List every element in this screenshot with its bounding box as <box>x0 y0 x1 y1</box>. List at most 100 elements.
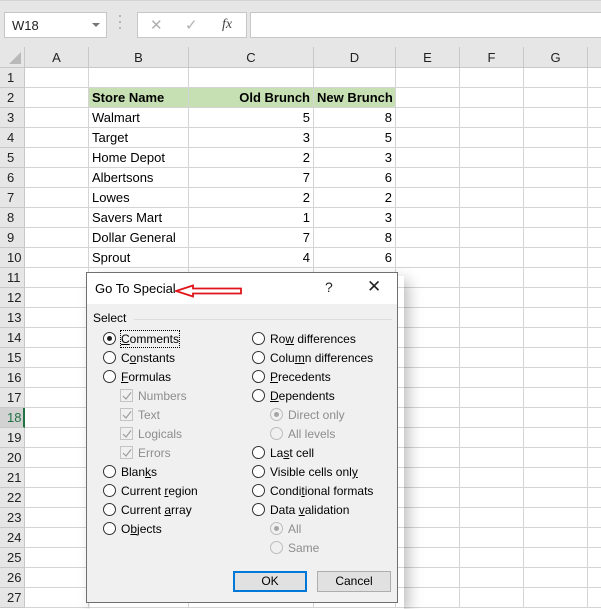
table-cell[interactable]: 2 <box>189 188 314 208</box>
table-cell[interactable]: 6 <box>314 168 396 188</box>
cell[interactable] <box>25 528 89 548</box>
row-header-6[interactable]: 6 <box>0 168 25 188</box>
row-header-4[interactable]: 4 <box>0 128 25 148</box>
table-cell[interactable]: 8 <box>314 228 396 248</box>
cell[interactable] <box>396 468 460 488</box>
table-cell[interactable]: 3 <box>314 148 396 168</box>
cell[interactable] <box>588 488 601 508</box>
table-cell[interactable]: 7 <box>189 168 314 188</box>
cell[interactable] <box>25 488 89 508</box>
column-header-e[interactable]: E <box>396 47 460 68</box>
name-box-value[interactable]: W18 <box>12 18 39 33</box>
cell[interactable] <box>460 528 524 548</box>
cell[interactable] <box>588 368 601 388</box>
cell[interactable] <box>460 188 524 208</box>
cell[interactable] <box>588 468 601 488</box>
cell[interactable] <box>25 228 89 248</box>
cell[interactable] <box>396 108 460 128</box>
row-header-16[interactable]: 16 <box>0 368 25 388</box>
cell[interactable] <box>396 308 460 328</box>
cell[interactable] <box>524 168 588 188</box>
cell[interactable] <box>396 568 460 588</box>
cell[interactable] <box>25 408 89 428</box>
row-header-18[interactable]: 18 <box>0 408 25 428</box>
cell[interactable] <box>25 368 89 388</box>
table-header-cell[interactable]: Old Brunch <box>189 88 314 108</box>
cell[interactable] <box>25 108 89 128</box>
dialog-title-bar[interactable]: Go To Special ? ✕ <box>87 273 397 304</box>
cell[interactable] <box>25 288 89 308</box>
row-header-22[interactable]: 22 <box>0 488 25 508</box>
cell[interactable] <box>25 348 89 368</box>
cell[interactable] <box>25 68 89 88</box>
cell[interactable] <box>460 468 524 488</box>
table-cell[interactable]: 5 <box>189 108 314 128</box>
cell[interactable] <box>396 388 460 408</box>
cell[interactable] <box>588 408 601 428</box>
table-cell[interactable]: 7 <box>189 228 314 248</box>
cell[interactable] <box>524 548 588 568</box>
cell[interactable] <box>396 68 460 88</box>
cell[interactable] <box>524 428 588 448</box>
name-box[interactable]: W18 <box>4 12 107 38</box>
cell[interactable] <box>524 488 588 508</box>
cell[interactable] <box>588 248 601 268</box>
cell[interactable] <box>25 248 89 268</box>
row-header-27[interactable]: 27 <box>0 588 25 608</box>
cell[interactable] <box>460 328 524 348</box>
radio-button[interactable] <box>252 446 265 459</box>
row-header-10[interactable]: 10 <box>0 248 25 268</box>
row-header-2[interactable]: 2 <box>0 88 25 108</box>
column-header-h[interactable] <box>588 47 601 68</box>
select-all-button[interactable] <box>0 47 25 68</box>
radio-button[interactable] <box>252 370 265 383</box>
cell[interactable] <box>189 68 314 88</box>
table-cell[interactable]: Savers Mart <box>89 208 189 228</box>
cell[interactable] <box>25 308 89 328</box>
cell[interactable] <box>460 68 524 88</box>
radio-button[interactable] <box>103 522 116 535</box>
cell[interactable] <box>396 488 460 508</box>
row-header-24[interactable]: 24 <box>0 528 25 548</box>
radio-button[interactable] <box>252 465 265 478</box>
cell[interactable] <box>460 388 524 408</box>
cell[interactable] <box>460 428 524 448</box>
table-cell[interactable]: 5 <box>314 128 396 148</box>
cell[interactable] <box>25 148 89 168</box>
table-header-cell[interactable]: Store Name <box>89 88 189 108</box>
cell[interactable] <box>524 188 588 208</box>
cell[interactable] <box>25 188 89 208</box>
table-cell[interactable]: Target <box>89 128 189 148</box>
cell[interactable] <box>588 568 601 588</box>
radio-button[interactable] <box>103 332 116 345</box>
cell[interactable] <box>588 548 601 568</box>
cell[interactable] <box>396 528 460 548</box>
cell[interactable] <box>460 228 524 248</box>
cell[interactable] <box>588 428 601 448</box>
formula-input[interactable] <box>250 12 601 38</box>
radio-button[interactable] <box>252 389 265 402</box>
insert-function-icon[interactable]: fx <box>222 17 232 33</box>
table-cell[interactable]: 2 <box>314 188 396 208</box>
table-cell[interactable]: Home Depot <box>89 148 189 168</box>
table-cell[interactable]: Walmart <box>89 108 189 128</box>
cell[interactable] <box>588 528 601 548</box>
cell[interactable] <box>588 108 601 128</box>
cell[interactable] <box>524 128 588 148</box>
table-header-cell[interactable]: New Brunch <box>314 88 396 108</box>
cell[interactable] <box>396 288 460 308</box>
cell[interactable] <box>25 388 89 408</box>
cell[interactable] <box>25 168 89 188</box>
cell[interactable] <box>396 248 460 268</box>
radio-button[interactable] <box>103 351 116 364</box>
column-header-a[interactable]: A <box>25 47 89 68</box>
cell[interactable] <box>396 188 460 208</box>
radio-button[interactable] <box>252 332 265 345</box>
cell[interactable] <box>25 88 89 108</box>
row-header-19[interactable]: 19 <box>0 428 25 448</box>
row-header-8[interactable]: 8 <box>0 208 25 228</box>
cell[interactable] <box>460 288 524 308</box>
cell[interactable] <box>524 588 588 608</box>
cell[interactable] <box>25 268 89 288</box>
cell[interactable] <box>460 208 524 228</box>
